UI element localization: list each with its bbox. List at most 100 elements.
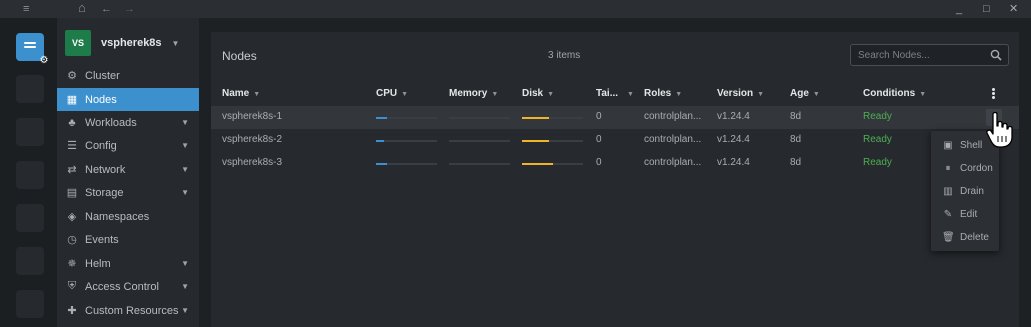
cluster-avatar: VS xyxy=(65,30,91,56)
sidebar-item-cluster[interactable]: ⚙ Cluster xyxy=(57,64,199,87)
node-version: v1.24.4 xyxy=(717,111,750,122)
close-button[interactable]: ✕ xyxy=(1009,1,1018,17)
workspace-icon xyxy=(24,42,36,52)
node-name[interactable]: vspherek8s-2 xyxy=(222,134,282,145)
column-header-conditions[interactable]: Conditions ▼ xyxy=(863,88,926,99)
sidebar-item-events[interactable]: ◷ Events xyxy=(57,228,199,251)
page-title: Nodes xyxy=(222,49,257,63)
node-age: 8d xyxy=(790,111,802,122)
sidebar-item-label: Helm xyxy=(85,257,111,270)
chevron-down-icon: ▼ xyxy=(171,38,180,48)
storage-icon: ▤ xyxy=(66,187,78,199)
hamburger-icon[interactable]: ≡ xyxy=(23,1,29,17)
cluster-rail-item[interactable] xyxy=(16,290,44,318)
cluster-rail-item[interactable] xyxy=(16,204,44,232)
item-count: 3 items xyxy=(548,50,581,61)
nodes-icon: ▦ xyxy=(66,94,78,106)
sort-icon: ▼ xyxy=(547,91,555,98)
disk-bar-fill xyxy=(522,117,550,119)
sidebar-item-access-control[interactable]: ⛨ Access Control ▼ xyxy=(57,275,199,298)
menu-item-drain[interactable]: ▥ Drain xyxy=(931,180,999,202)
menu-item-delete[interactable]: 🗑 Delete xyxy=(931,226,999,248)
cluster-selector[interactable]: VS vspherek8s ▼ xyxy=(65,30,179,56)
minimize-button[interactable]: _ xyxy=(956,1,962,17)
chevron-down-icon: ▼ xyxy=(181,282,189,291)
arrow-right-icon[interactable]: → xyxy=(124,1,135,17)
sidebar-item-nodes[interactable]: ▦ Nodes xyxy=(57,88,199,111)
node-age: 8d xyxy=(790,134,802,145)
workloads-icon: ♣ xyxy=(68,116,76,129)
sidebar: VS vspherek8s ▼ ⚙ Cluster ▦ Nodes ♣ Work… xyxy=(57,18,199,327)
column-header-version[interactable]: Version ▼ xyxy=(717,88,764,99)
node-taints: 0 xyxy=(596,134,602,145)
sidebar-item-config[interactable]: ☰ Config ▼ xyxy=(57,134,199,157)
search-input[interactable] xyxy=(858,48,986,62)
cluster-rail-item-active[interactable]: ⚙ xyxy=(16,33,48,66)
namespaces-icon: ◈ xyxy=(67,211,77,223)
table-row[interactable]: vspherek8s-2 0 controlplan... v1.24.4 8d… xyxy=(211,129,1019,152)
sidebar-item-label: Storage xyxy=(85,186,124,199)
node-roles: controlplan... xyxy=(644,111,702,122)
sidebar-item-workloads[interactable]: ♣ Workloads ▼ xyxy=(57,111,199,134)
disk-bar xyxy=(522,163,583,165)
column-header-roles[interactable]: Roles ▼ xyxy=(644,88,682,99)
sidebar-item-custom-resources[interactable]: ✚ Custom Resources ▼ xyxy=(57,299,199,322)
custom-resources-icon: ✚ xyxy=(67,305,77,317)
cluster-rail: ⚙ xyxy=(0,18,57,327)
column-header-age[interactable]: Age ▼ xyxy=(790,88,820,99)
arrow-left-icon[interactable]: ← xyxy=(101,1,112,17)
disk-bar-fill xyxy=(522,163,553,165)
cluster-rail-item[interactable] xyxy=(16,161,44,189)
menu-item-label: Delete xyxy=(960,231,989,243)
cluster-rail-item[interactable] xyxy=(16,75,44,103)
sidebar-item-label: Nodes xyxy=(85,93,117,106)
disk-bar-fill xyxy=(522,140,550,142)
helm-icon: ✵ xyxy=(67,258,77,270)
sort-icon: ▼ xyxy=(253,91,261,98)
sidebar-item-network[interactable]: ⇄ Network ▼ xyxy=(57,158,199,181)
cluster-rail-item[interactable] xyxy=(16,118,44,146)
chevron-down-icon: ▼ xyxy=(181,188,189,197)
search-box[interactable] xyxy=(850,44,1009,66)
sidebar-item-label: Workloads xyxy=(85,116,137,129)
column-header-name[interactable]: Name ▼ xyxy=(222,88,260,99)
menu-item-label: Drain xyxy=(960,185,984,197)
disk-bar xyxy=(522,117,583,119)
sort-icon: ▼ xyxy=(919,91,927,98)
more-vertical-icon[interactable] xyxy=(992,88,996,100)
column-header-cpu[interactable]: CPU ▼ xyxy=(376,88,408,99)
home-icon[interactable]: ⌂ xyxy=(78,0,86,16)
node-condition: Ready xyxy=(863,134,892,145)
cpu-bar xyxy=(376,163,437,165)
cluster-rail-item[interactable] xyxy=(16,247,44,275)
access-control-icon: ⛨ xyxy=(67,280,77,292)
sort-icon: ▼ xyxy=(812,91,820,98)
sort-icon: ▼ xyxy=(757,91,765,98)
search-icon xyxy=(990,49,1002,61)
gear-icon: ⚙ xyxy=(39,55,49,66)
table-header: Name ▼ CPU ▼ Memory ▼ Disk ▼ Tai... ▼ Roles ▼ … xyxy=(211,84,1019,104)
cluster-icon: ⚙ xyxy=(67,70,77,82)
sidebar-item-namespaces[interactable]: ◈ Namespaces xyxy=(57,205,199,228)
node-condition: Ready xyxy=(863,111,892,122)
node-roles: controlplan... xyxy=(644,134,702,145)
table-row[interactable]: vspherek8s-3 0 controlplan... v1.24.4 8d… xyxy=(211,152,1019,175)
sidebar-item-helm[interactable]: ✵ Helm ▼ xyxy=(57,252,199,275)
memory-bar xyxy=(449,140,510,142)
chevron-down-icon: ▼ xyxy=(181,141,189,150)
menu-item-cordon[interactable]: ⏸ Cordon xyxy=(931,157,999,179)
sidebar-item-storage[interactable]: ▤ Storage ▼ xyxy=(57,181,199,204)
column-header-taints[interactable]: Tai... ▼ xyxy=(596,88,634,99)
cluster-name: vspherek8s xyxy=(101,37,162,49)
column-header-disk[interactable]: Disk ▼ xyxy=(522,88,554,99)
table-row[interactable]: vspherek8s-1 0 controlplan... v1.24.4 8d… xyxy=(211,106,1019,129)
column-header-memory[interactable]: Memory ▼ xyxy=(449,88,498,99)
sidebar-item-label: Network xyxy=(85,163,126,176)
node-roles: controlplan... xyxy=(644,157,702,168)
cpu-bar xyxy=(376,117,437,119)
menu-item-edit[interactable]: ✎ Edit xyxy=(931,203,999,225)
node-name[interactable]: vspherek8s-1 xyxy=(222,111,282,122)
node-name[interactable]: vspherek8s-3 xyxy=(222,157,282,168)
maximize-button[interactable]: □ xyxy=(983,1,990,17)
terminal-icon: ▣ xyxy=(943,139,953,151)
